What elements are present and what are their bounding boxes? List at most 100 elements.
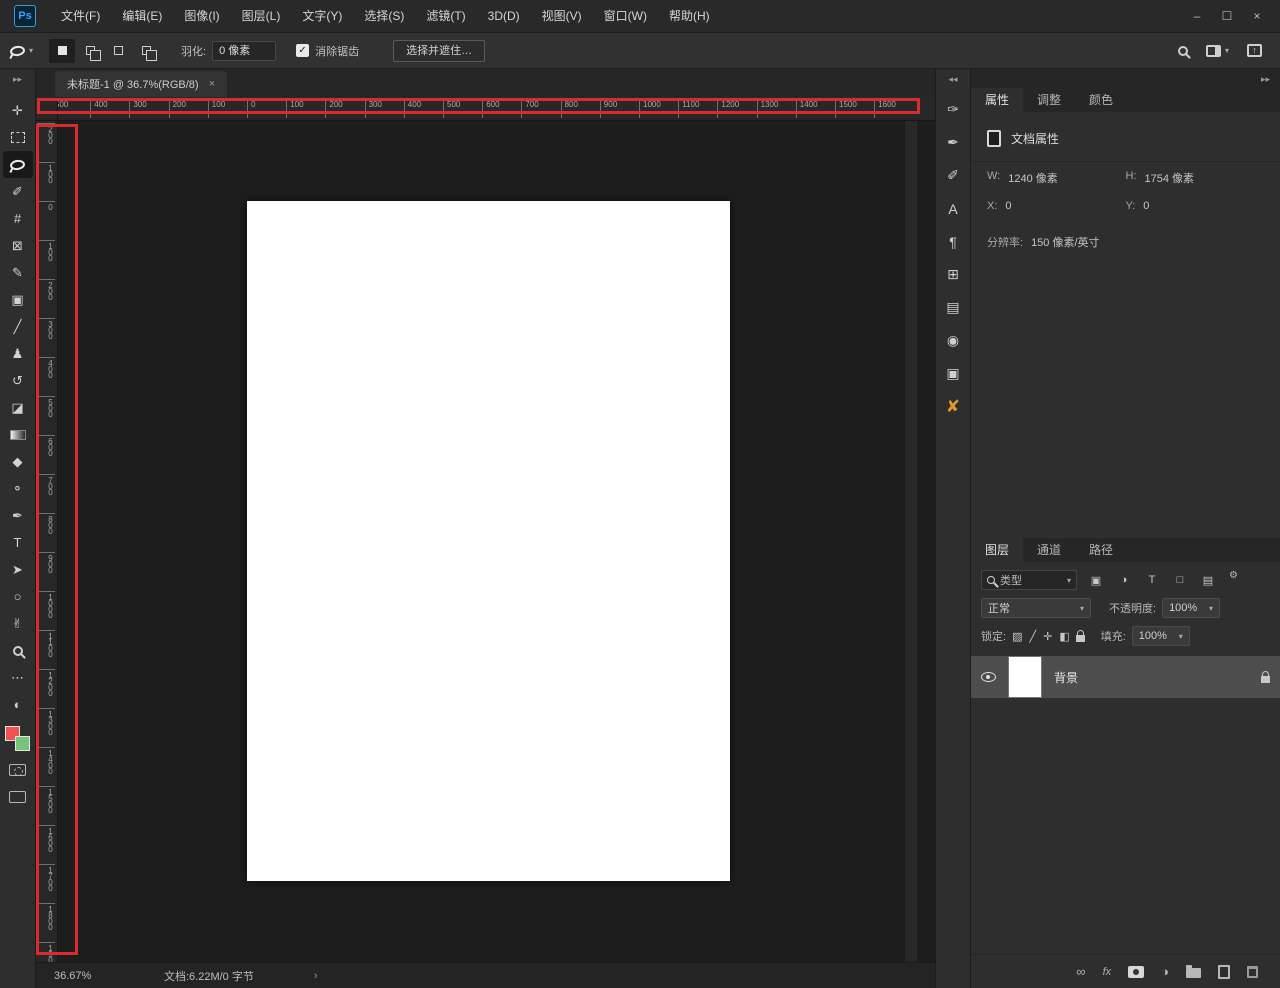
height-value[interactable]: 1754 像素: [1145, 170, 1195, 186]
subtract-from-selection-button[interactable]: [105, 39, 131, 63]
menu-item[interactable]: 帮助(H): [658, 0, 721, 33]
workspace-switcher[interactable]: ▾: [1205, 44, 1229, 57]
filter-shape-layers-icon[interactable]: □: [1169, 571, 1191, 589]
width-value[interactable]: 1240 像素: [1008, 170, 1058, 186]
document-tab[interactable]: 未标题-1 @ 36.7%(RGB/8) ×: [55, 71, 228, 97]
panel-tab[interactable]: 调整: [1023, 88, 1075, 112]
notes-panel-icon[interactable]: ◉: [938, 324, 968, 357]
libraries-panel-icon[interactable]: ⊞: [938, 258, 968, 291]
toolbar-collapse-button[interactable]: ▸▸: [13, 69, 22, 89]
gradient-tool[interactable]: [3, 421, 33, 448]
gear-icon[interactable]: ⚙: [1229, 570, 1238, 581]
layer-style-fx-icon[interactable]: fx: [1103, 966, 1112, 978]
brushes-panel-icon[interactable]: ✑: [938, 93, 968, 126]
filter-adjustment-layers-icon[interactable]: ◑: [1113, 571, 1135, 589]
lock-artboard-icon[interactable]: ◧: [1059, 630, 1069, 643]
add-to-selection-button[interactable]: [77, 39, 103, 63]
quick-selection-tool[interactable]: ✐: [3, 178, 33, 205]
adjustments-panel-icon[interactable]: ▤: [938, 291, 968, 324]
menu-item[interactable]: 图层(L): [231, 0, 292, 33]
character-panel-icon[interactable]: A: [938, 192, 968, 225]
lock-transparent-icon[interactable]: ▨: [1012, 630, 1022, 643]
history-panel-icon[interactable]: ▣: [938, 357, 968, 390]
paragraph-panel-icon[interactable]: ¶: [938, 225, 968, 258]
brush-tool[interactable]: ╱: [3, 313, 33, 340]
marquee-tool[interactable]: [3, 124, 33, 151]
layer-visibility-eye-icon[interactable]: [981, 672, 996, 682]
feather-input[interactable]: 0 像素: [212, 40, 277, 61]
add-layer-mask-icon[interactable]: [1128, 965, 1145, 978]
new-layer-icon[interactable]: [1218, 964, 1230, 979]
menu-item[interactable]: 滤镜(T): [415, 0, 476, 33]
close-icon[interactable]: ×: [209, 78, 215, 90]
slice-tool[interactable]: ⊠: [3, 232, 33, 259]
dodge-tool[interactable]: ⚬: [3, 475, 33, 502]
tool-preset-picker[interactable]: ▾: [9, 44, 33, 57]
new-selection-button[interactable]: [49, 38, 76, 63]
vertical-scrollbar[interactable]: [905, 121, 917, 962]
edit-toolbar-button[interactable]: ⋯: [3, 664, 33, 691]
blend-mode-select[interactable]: 正常 ▾: [981, 598, 1091, 618]
dock-collapse-button[interactable]: ◂◂: [948, 69, 957, 89]
panel-tab[interactable]: 图层: [971, 538, 1024, 562]
menu-item[interactable]: 选择(S): [353, 0, 415, 33]
ellipse-tool[interactable]: ○: [3, 583, 33, 610]
opacity-select[interactable]: 100% ▾: [1162, 598, 1221, 618]
antialias-checkbox[interactable]: ✓: [296, 44, 310, 57]
screen-mode-button[interactable]: [3, 783, 33, 810]
default-colors-button[interactable]: ◐: [3, 691, 33, 718]
path-selection-tool[interactable]: ➤: [3, 556, 33, 583]
clone-source-panel-icon[interactable]: ✐: [938, 159, 968, 192]
panel-tab[interactable]: 属性: [971, 88, 1024, 112]
layer-row-background[interactable]: 背景: [971, 656, 1280, 698]
zoom-level-field[interactable]: 36.67%: [54, 970, 134, 982]
plugins-panel-icon[interactable]: ✘: [938, 390, 968, 423]
lasso-tool[interactable]: [2, 151, 33, 178]
canvas-area[interactable]: 500 400 300 200 100 0 100 200 300 400 500 600 700 800…: [36, 97, 935, 962]
lock-image-icon[interactable]: ╱: [1029, 630, 1036, 643]
background-color-swatch[interactable]: [14, 736, 30, 751]
menu-item[interactable]: 视图(V): [531, 0, 593, 33]
pen-tool[interactable]: ✒: [3, 502, 33, 529]
close-button[interactable]: ×: [1242, 0, 1272, 33]
new-adjustment-layer-icon[interactable]: ◑: [1161, 964, 1169, 979]
y-value[interactable]: 0: [1143, 200, 1149, 212]
eyedropper-tool[interactable]: ✎: [3, 259, 33, 286]
panel-collapse-button[interactable]: ▸▸: [1261, 69, 1270, 89]
brush-settings-panel-icon[interactable]: ✒: [938, 126, 968, 159]
filter-pixel-layers-icon[interactable]: ▣: [1085, 571, 1107, 589]
minimize-button[interactable]: –: [1182, 0, 1212, 33]
status-chevron-icon[interactable]: ›: [314, 970, 318, 982]
panel-tab[interactable]: 路径: [1075, 538, 1127, 562]
filter-smart-objects-icon[interactable]: ▤: [1197, 571, 1219, 589]
select-and-mask-button[interactable]: 选择并遮住…: [393, 39, 486, 62]
intersect-selection-button[interactable]: [133, 39, 159, 63]
panel-tab[interactable]: 通道: [1023, 538, 1075, 562]
blur-tool[interactable]: ◆: [3, 448, 33, 475]
link-layers-icon[interactable]: ∞: [1076, 964, 1085, 979]
layer-thumbnail[interactable]: [1008, 656, 1042, 698]
menu-item[interactable]: 编辑(E): [111, 0, 173, 33]
type-tool[interactable]: T: [3, 529, 33, 556]
quick-mask-button[interactable]: [3, 756, 33, 783]
menu-item[interactable]: 文字(Y): [291, 0, 353, 33]
menu-item[interactable]: 窗口(W): [593, 0, 658, 33]
menu-item[interactable]: 图像(I): [173, 0, 230, 33]
layer-filter-type-select[interactable]: 类型 ▾: [981, 570, 1077, 590]
canvas-page[interactable]: [247, 201, 730, 881]
resolution-value[interactable]: 150 像素/英寸: [1031, 234, 1099, 250]
panel-tab[interactable]: 颜色: [1075, 88, 1127, 112]
lock-all-icon[interactable]: [1075, 630, 1085, 642]
search-icon[interactable]: [1177, 45, 1188, 56]
new-group-icon[interactable]: [1186, 965, 1201, 978]
crop-tool[interactable]: #: [3, 205, 33, 232]
fill-select[interactable]: 100% ▾: [1131, 626, 1190, 646]
maximize-button[interactable]: ☐: [1212, 0, 1242, 33]
eraser-tool[interactable]: ◪: [3, 394, 33, 421]
hand-tool[interactable]: ✌: [3, 610, 33, 637]
x-value[interactable]: 0: [1005, 200, 1011, 212]
lock-position-icon[interactable]: ✛: [1043, 630, 1052, 643]
menu-item[interactable]: 文件(F): [50, 0, 111, 33]
history-brush-tool[interactable]: ↺: [3, 367, 33, 394]
clone-stamp-tool[interactable]: ♟: [3, 340, 33, 367]
